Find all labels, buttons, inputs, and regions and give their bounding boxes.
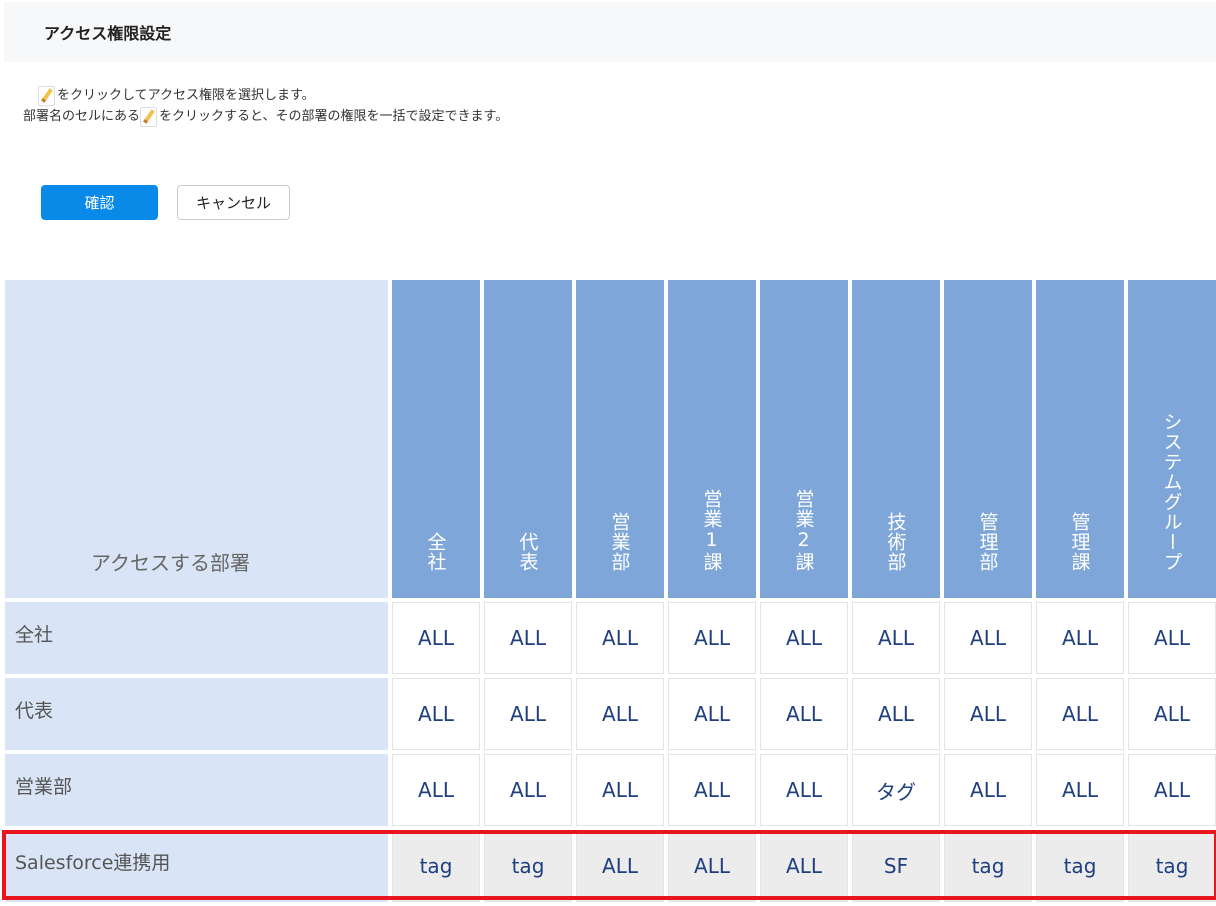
permission-cell[interactable]: ALL: [576, 754, 664, 826]
help-line-1: をクリックしてアクセス権限を選択します。: [57, 88, 315, 103]
permission-cell[interactable]: ALL: [1036, 754, 1124, 826]
column-header: 営業2課: [760, 280, 848, 598]
permission-cell[interactable]: ALL: [760, 678, 848, 750]
pencil-edit-icon: [38, 85, 55, 106]
column-header: システムグループ: [1128, 280, 1216, 598]
permission-cell[interactable]: ALL: [944, 602, 1032, 674]
column-header: 代表: [484, 280, 572, 598]
column-header-label: 管理課: [1068, 512, 1091, 572]
permission-cell[interactable]: ALL: [392, 678, 480, 750]
permission-cell[interactable]: ALL: [852, 678, 940, 750]
permission-cell[interactable]: タグ: [852, 754, 940, 826]
row-header[interactable]: 代表: [5, 678, 388, 750]
permission-cell[interactable]: ALL: [1128, 754, 1216, 826]
column-header-label: 全社: [424, 532, 447, 572]
column-header-label: 営業部: [608, 512, 631, 572]
pencil-edit-icon: [140, 106, 158, 127]
permission-cell[interactable]: ALL: [1036, 678, 1124, 750]
column-header-label: システムグループ: [1160, 412, 1183, 572]
page-header: アクセス権限設定: [4, 2, 1216, 62]
column-header-label: 営業2課: [792, 489, 815, 572]
permission-cell[interactable]: ALL: [760, 602, 848, 674]
permission-cell[interactable]: ALL: [760, 754, 848, 826]
permission-cell[interactable]: ALL: [1128, 602, 1216, 674]
permission-cell[interactable]: ALL: [392, 754, 480, 826]
permission-cell[interactable]: ALL: [484, 602, 572, 674]
permission-cell[interactable]: ALL: [484, 754, 572, 826]
permission-cell[interactable]: ALL: [668, 754, 756, 826]
column-header: 営業1課: [668, 280, 756, 598]
permission-cell[interactable]: ALL: [392, 602, 480, 674]
column-header: 営業部: [576, 280, 664, 598]
column-header-label: 技術部: [884, 512, 907, 572]
permission-cell[interactable]: ALL: [1036, 602, 1124, 674]
column-header: 管理課: [1036, 280, 1124, 598]
permission-cell[interactable]: ALL: [576, 678, 664, 750]
help-line-2-end: をクリックすると、その部署の権限を一括で設定できます。: [159, 109, 509, 124]
help-text: をクリックしてアクセス権限を選択します。 部署名のセルにある をクリックすると、そ…: [23, 85, 509, 127]
permission-cell[interactable]: ALL: [944, 754, 1032, 826]
cancel-button[interactable]: キャンセル: [177, 185, 290, 220]
column-header-label: 営業1課: [700, 489, 723, 572]
permission-cell[interactable]: ALL: [944, 678, 1032, 750]
permission-cell[interactable]: ALL: [668, 602, 756, 674]
column-header: 全社: [392, 280, 480, 598]
row-header[interactable]: 全社: [5, 602, 388, 674]
access-permission-table: アクセスする部署 全社 代表 営業部 営業1課 営業2課 技術部 管理部 管理課 システムグルー…: [5, 280, 1216, 902]
page-title: アクセス権限設定: [44, 24, 172, 43]
permission-cell[interactable]: ALL: [576, 602, 664, 674]
row-header[interactable]: 営業部: [5, 754, 388, 826]
confirm-button[interactable]: 確認: [41, 185, 158, 220]
column-header: 技術部: [852, 280, 940, 598]
permission-cell[interactable]: ALL: [852, 602, 940, 674]
highlight-box: [2, 830, 1216, 900]
permission-cell[interactable]: ALL: [1128, 678, 1216, 750]
column-header-label: 代表: [516, 532, 539, 572]
corner-label: アクセスする部署: [91, 551, 250, 575]
help-line-2-start: 部署名のセルにある: [23, 109, 141, 124]
column-header: 管理部: [944, 280, 1032, 598]
permission-cell[interactable]: ALL: [668, 678, 756, 750]
column-header-label: 管理部: [976, 512, 999, 572]
corner-header: アクセスする部署: [5, 280, 388, 598]
permission-cell[interactable]: ALL: [484, 678, 572, 750]
